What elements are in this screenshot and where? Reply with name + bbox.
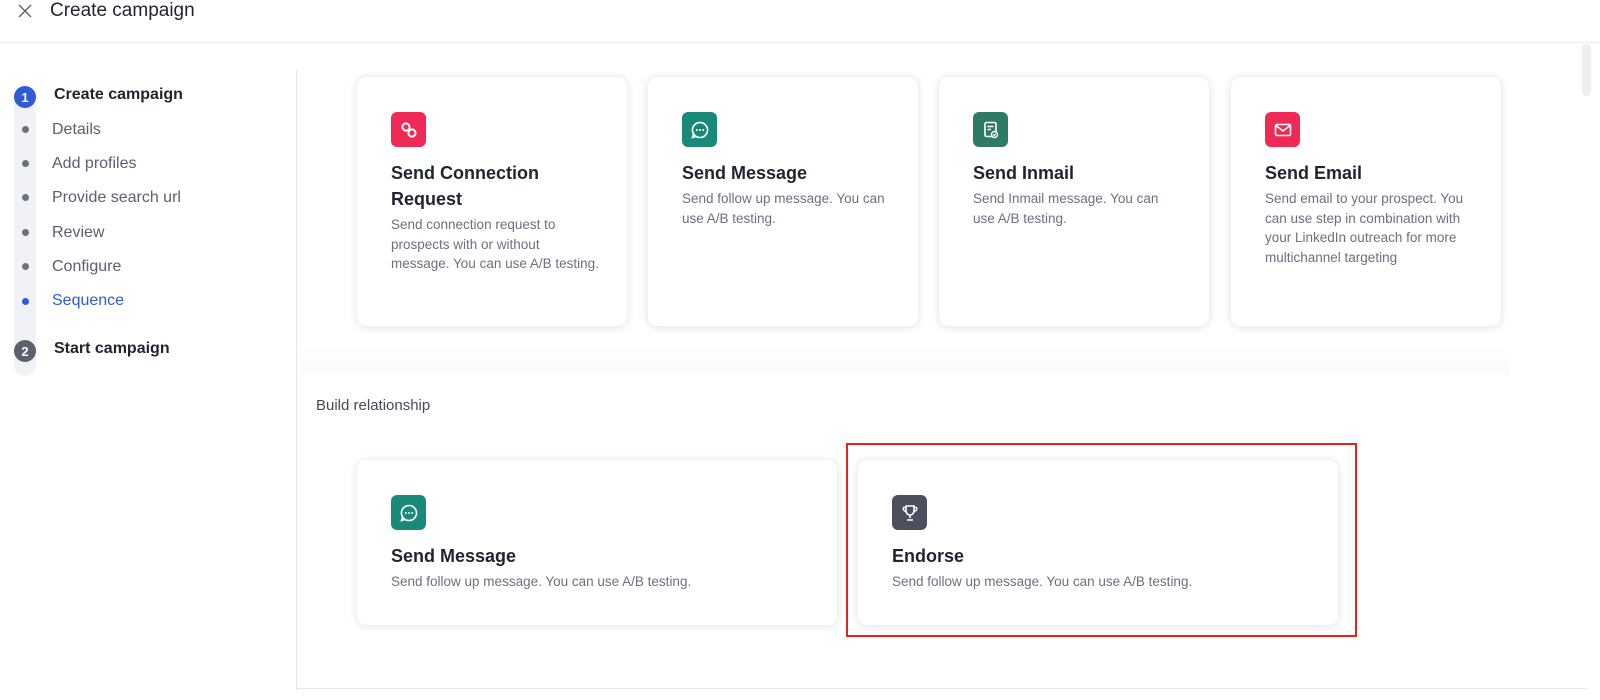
substep-sequence[interactable]: Sequence [52, 292, 124, 310]
step-label-start-campaign[interactable]: Start campaign [54, 340, 170, 358]
substep-dot-active [22, 298, 29, 305]
card-send-email[interactable]: Send Email Send email to your prospect. … [1230, 76, 1502, 327]
mail-icon [1265, 112, 1300, 147]
link-icon [391, 112, 426, 147]
substep-dot [22, 194, 29, 201]
close-icon [18, 4, 32, 18]
chat-icon [682, 112, 717, 147]
close-button[interactable] [14, 0, 36, 22]
chat-icon [391, 495, 426, 530]
card-description: Send connection request to prospects wit… [391, 217, 599, 271]
card-description: Send Inmail message. You can use A/B tes… [973, 191, 1159, 226]
card-title: Send Message [391, 546, 517, 566]
sidebar-divider [296, 70, 297, 690]
card-relationship-send-message[interactable]: Send Message Send follow up message. You… [356, 459, 838, 626]
card-title: Endorse [892, 546, 965, 566]
card-title: Send Connection Request [391, 163, 539, 209]
page-title: Create campaign [50, 0, 195, 21]
substep-dot [22, 263, 29, 270]
card-description: Send follow up message. You can use A/B … [892, 574, 1193, 589]
card-send-connection-request[interactable]: Send Connection Request Send connection … [356, 76, 628, 327]
bottom-divider [297, 688, 1587, 689]
card-description: Send email to your prospect. You can use… [1265, 191, 1464, 265]
scroll-fade [300, 345, 1510, 375]
card-title: Send Inmail [973, 163, 1075, 183]
step-number-2: 2 [14, 340, 36, 362]
substep-dot [22, 160, 29, 167]
trophy-icon [892, 495, 927, 530]
card-title: Send Message [682, 163, 808, 183]
card-send-message[interactable]: Send Message Send follow up message. You… [647, 76, 919, 327]
substep-review[interactable]: Review [52, 224, 104, 242]
step-number-1: 1 [14, 86, 36, 108]
substep-configure[interactable]: Configure [52, 258, 121, 276]
card-description: Send follow up message. You can use A/B … [682, 191, 885, 226]
substep-dot [22, 126, 29, 133]
scrollbar[interactable] [1582, 44, 1591, 96]
step-label-create-campaign[interactable]: Create campaign [54, 86, 183, 104]
substep-add-profiles[interactable]: Add profiles [52, 155, 137, 173]
card-description: Send follow up message. You can use A/B … [391, 574, 692, 589]
substep-provide-search-url[interactable]: Provide search url [52, 189, 181, 207]
substep-dot [22, 229, 29, 236]
section-label-build-relationship: Build relationship [316, 397, 431, 414]
inmail-icon [973, 112, 1008, 147]
substep-details[interactable]: Details [52, 121, 101, 139]
top-bar: Create campaign [0, 0, 1600, 43]
card-title: Send Email [1265, 163, 1363, 183]
card-endorse[interactable]: Endorse Send follow up message. You can … [857, 459, 1339, 626]
card-send-inmail[interactable]: Send Inmail Send Inmail message. You can… [938, 76, 1210, 327]
